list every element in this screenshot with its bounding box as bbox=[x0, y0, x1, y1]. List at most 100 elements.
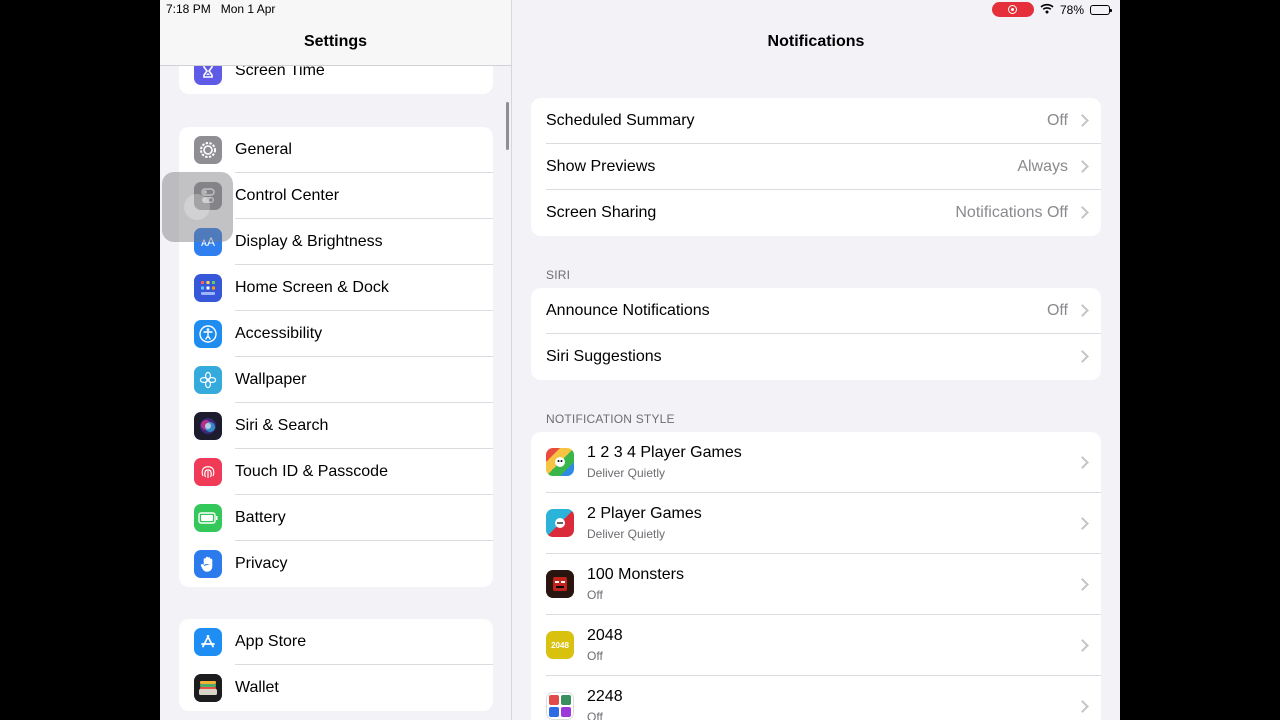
row-label: Scheduled Summary bbox=[546, 112, 695, 129]
sidebar-item-label: Privacy bbox=[235, 555, 288, 572]
record-icon bbox=[1008, 5, 1018, 14]
battery-icon bbox=[194, 504, 222, 532]
app-name: 2048 bbox=[587, 627, 623, 644]
sidebar-item-label: General bbox=[235, 141, 292, 158]
sidebar-header: 7:18 PM Mon 1 Apr Settings bbox=[160, 0, 511, 66]
chevron-right-icon bbox=[1076, 517, 1089, 530]
general-settings-group: Scheduled Summary Off Show Previews Alwa… bbox=[531, 98, 1101, 236]
wifi-icon bbox=[1040, 3, 1054, 17]
page-title: Notifications bbox=[767, 33, 865, 50]
app-grid-icon bbox=[194, 274, 222, 302]
battery-percent: 78% bbox=[1059, 2, 1084, 17]
sidebar-item-privacy[interactable]: Privacy bbox=[179, 541, 493, 587]
chevron-right-icon bbox=[1076, 700, 1089, 713]
notifications-detail: 78% Notifications Scheduled Summary Off … bbox=[512, 0, 1120, 720]
chevron-right-icon bbox=[1076, 350, 1089, 363]
chevron-right-icon bbox=[1076, 206, 1089, 219]
row-value: Notifications Off bbox=[955, 204, 1068, 221]
app-name: 100 Monsters bbox=[587, 566, 684, 583]
sidebar-item-label: Display & Brightness bbox=[235, 233, 383, 250]
hand-icon bbox=[194, 550, 222, 578]
app-row-1234-player-games[interactable]: 1 2 3 4 Player Games Deliver Quietly bbox=[531, 432, 1101, 493]
siri-icon bbox=[194, 412, 222, 440]
siri-group: Announce Notifications Off Siri Suggesti… bbox=[531, 288, 1101, 380]
app-store-icon bbox=[194, 628, 222, 656]
sidebar-item-label: Touch ID & Passcode bbox=[235, 463, 388, 480]
screen-recording-indicator[interactable] bbox=[991, 2, 1034, 17]
row-value: Always bbox=[1017, 158, 1068, 175]
app-list-group: 1 2 3 4 Player Games Deliver Quietly 2 P… bbox=[531, 432, 1101, 720]
chevron-right-icon bbox=[1076, 578, 1089, 591]
app-notification-status: Deliver Quietly bbox=[587, 466, 666, 480]
app-row-2048[interactable]: 2048 2048 Off bbox=[531, 615, 1101, 676]
sidebar-scrollbar[interactable] bbox=[506, 102, 509, 150]
sidebar-item-touch-id-passcode[interactable]: Touch ID & Passcode bbox=[179, 449, 493, 495]
status-bar-left: 7:18 PM Mon 1 Apr bbox=[166, 2, 275, 16]
row-value: Off bbox=[1046, 302, 1068, 319]
app-row-2248[interactable]: 2248 Off bbox=[531, 676, 1101, 720]
player-games-icon bbox=[546, 448, 574, 476]
app-notification-status: Off bbox=[587, 710, 603, 720]
app-row-2-player-games[interactable]: 2 Player Games Deliver Quietly bbox=[531, 493, 1101, 554]
status-date: Mon 1 Apr bbox=[220, 2, 276, 16]
status-time: 7:18 PM bbox=[166, 2, 211, 16]
siri-section-header: SIRI bbox=[546, 268, 571, 282]
row-label: Screen Sharing bbox=[546, 204, 657, 221]
app-name: 2 Player Games bbox=[587, 505, 702, 522]
sidebar-item-label: Wallpaper bbox=[235, 371, 307, 388]
sidebar-item-wallet[interactable]: Wallet bbox=[179, 665, 493, 711]
tile-2248-icon bbox=[546, 692, 574, 720]
sidebar-item-label: Siri & Search bbox=[235, 417, 329, 434]
chevron-right-icon bbox=[1076, 456, 1089, 469]
sidebar-item-label: App Store bbox=[235, 633, 307, 650]
show-previews-row[interactable]: Show Previews Always bbox=[531, 144, 1101, 190]
screen-sharing-row[interactable]: Screen Sharing Notifications Off bbox=[531, 190, 1101, 236]
monster-icon bbox=[546, 570, 574, 598]
accessibility-icon bbox=[194, 320, 222, 348]
app-row-100-monsters[interactable]: 100 Monsters Off bbox=[531, 554, 1101, 615]
row-value: Off bbox=[1046, 112, 1068, 129]
sidebar-item-label: Wallet bbox=[235, 679, 279, 696]
row-label: Show Previews bbox=[546, 158, 656, 175]
sidebar-title: Settings bbox=[303, 33, 368, 50]
app-name: 1 2 3 4 Player Games bbox=[587, 444, 742, 461]
row-label: Siri Suggestions bbox=[546, 348, 662, 365]
sidebar-item-accessibility[interactable]: Accessibility bbox=[179, 311, 493, 357]
fingerprint-icon bbox=[194, 458, 222, 486]
tile-2048-label: 2048 bbox=[551, 640, 569, 650]
chevron-right-icon bbox=[1076, 639, 1089, 652]
scheduled-summary-row[interactable]: Scheduled Summary Off bbox=[531, 98, 1101, 144]
announce-notifications-row[interactable]: Announce Notifications Off bbox=[531, 288, 1101, 334]
sidebar-item-label: Accessibility bbox=[235, 325, 323, 342]
sidebar-item-label: Home Screen & Dock bbox=[235, 279, 389, 296]
chevron-right-icon bbox=[1076, 304, 1089, 317]
tile-2048-icon: 2048 bbox=[546, 631, 574, 659]
row-label: Announce Notifications bbox=[546, 302, 710, 319]
gear-icon bbox=[194, 136, 222, 164]
sidebar-group-store: App Store Wallet bbox=[179, 619, 493, 711]
two-player-games-icon bbox=[546, 509, 574, 537]
sidebar-item-battery[interactable]: Battery bbox=[179, 495, 493, 541]
app-notification-status: Off bbox=[587, 649, 603, 663]
sidebar-item-app-store[interactable]: App Store bbox=[179, 619, 493, 665]
app-notification-status: Deliver Quietly bbox=[587, 527, 666, 541]
settings-sidebar: 7:18 PM Mon 1 Apr Settings Screen Time G… bbox=[160, 0, 512, 720]
sidebar-item-label: Battery bbox=[235, 509, 286, 526]
chevron-right-icon bbox=[1076, 114, 1089, 127]
app-name: 2248 bbox=[587, 688, 623, 705]
chevron-right-icon bbox=[1076, 160, 1089, 173]
flower-icon bbox=[194, 366, 222, 394]
battery-status-icon bbox=[1090, 4, 1112, 15]
assistive-touch-button[interactable] bbox=[162, 172, 233, 242]
ipad-screen: 7:18 PM Mon 1 Apr Settings Screen Time G… bbox=[160, 0, 1120, 720]
notification-style-section-header: NOTIFICATION STYLE bbox=[546, 412, 675, 426]
sidebar-item-label: Control Center bbox=[235, 187, 340, 204]
sidebar-item-home-screen-dock[interactable]: Home Screen & Dock bbox=[179, 265, 493, 311]
wallet-icon bbox=[194, 674, 222, 702]
sidebar-item-general[interactable]: General bbox=[179, 127, 493, 173]
sidebar-item-siri-search[interactable]: Siri & Search bbox=[179, 403, 493, 449]
sidebar-item-wallpaper[interactable]: Wallpaper bbox=[179, 357, 493, 403]
status-bar-right: 78% bbox=[991, 2, 1112, 17]
app-notification-status: Off bbox=[587, 588, 603, 602]
siri-suggestions-row[interactable]: Siri Suggestions bbox=[531, 334, 1101, 380]
